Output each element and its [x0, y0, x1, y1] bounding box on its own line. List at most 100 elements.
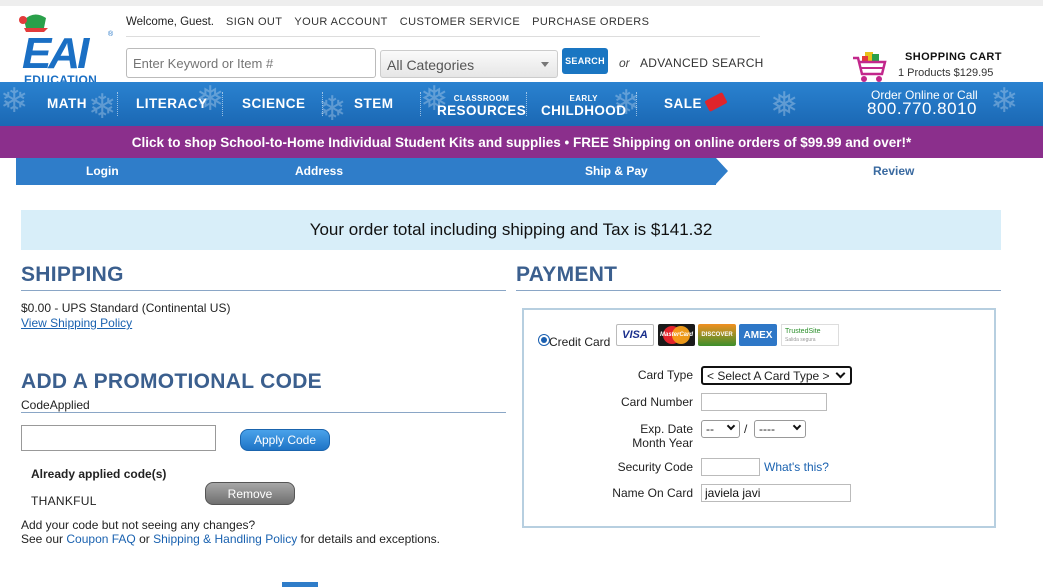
apply-code-button[interactable]: Apply Code — [240, 429, 330, 451]
shipping-policy-link[interactable]: View Shipping Policy — [21, 316, 132, 330]
search-input[interactable] — [126, 48, 376, 78]
purchase-orders-link[interactable]: PURCHASE ORDERS — [532, 16, 649, 28]
shipping-handling-policy-link[interactable]: Shipping & Handling Policy — [153, 532, 297, 546]
exp-month-value: -- — [706, 422, 714, 436]
help-or: or — [139, 532, 150, 546]
svg-text:®: ® — [108, 30, 114, 38]
nav-early-big: CHILDHOOD — [541, 103, 627, 118]
divider — [126, 36, 760, 37]
nav-science[interactable]: SCIENCE — [242, 96, 306, 111]
search-button[interactable]: SEARCH — [562, 48, 608, 74]
exp-year-value: ---- — [759, 422, 775, 436]
help-tail: for details and exceptions. — [300, 532, 440, 546]
nav-stem[interactable]: STEM — [354, 96, 394, 111]
exp-slash: / — [744, 422, 748, 436]
nav-divider — [526, 92, 527, 116]
nav-sale[interactable]: SALE — [664, 96, 702, 111]
shipping-title: SHIPPING — [21, 263, 124, 286]
card-type-label: Card Type — [637, 368, 693, 382]
nav-early-small: EARLY — [569, 94, 598, 103]
shipping-method: $0.00 - UPS Standard (Continental US) — [21, 301, 231, 315]
snowflake-icon: ❄ — [990, 82, 1019, 120]
top-utility-nav: Welcome, Guest. SIGN OUT YOUR ACCOUNT CU… — [126, 16, 649, 28]
main-category-nav: ❄ ❄ ❅ ❄ ❅ ❄ ❅ ❄ MATH LITERACY SCIENCE ST… — [0, 82, 1043, 126]
name-on-card-input[interactable] — [701, 484, 851, 502]
help-see: See our — [21, 532, 64, 546]
nav-divider — [636, 92, 637, 116]
card-type-select[interactable]: < Select A Card Type > — [701, 366, 852, 385]
chevron-down-icon — [726, 421, 736, 431]
remove-code-button[interactable]: Remove — [205, 482, 295, 505]
nav-literacy[interactable]: LITERACY — [136, 96, 208, 111]
visa-icon: VISA — [616, 324, 654, 346]
code-applied-label: CodeApplied — [21, 398, 90, 412]
trustedsite-badge[interactable]: TrustedSite Salida segura — [781, 324, 839, 346]
divider — [516, 290, 1001, 291]
step-review: Review — [873, 164, 915, 178]
nav-divider — [117, 92, 118, 116]
step-arrow — [716, 158, 728, 184]
trustedsite-sub: Salida segura — [785, 337, 816, 343]
cart-summary: 1 Products $129.95 — [898, 67, 994, 79]
promo-banner[interactable]: Click to shop School-to-Home Individual … — [0, 126, 1043, 158]
exp-date-label: Exp. Date — [640, 422, 693, 436]
nav-early-childhood[interactable]: EARLY CHILDHOOD — [541, 94, 626, 118]
security-code-label: Security Code — [617, 460, 693, 474]
sign-out-link[interactable]: SIGN OUT — [226, 16, 282, 28]
shopping-cart-title[interactable]: SHOPPING CART — [905, 51, 1002, 63]
eai-education-logo[interactable]: EAI ® EDUCATION — [14, 12, 122, 86]
discover-icon: DISCOVER — [698, 324, 736, 346]
payment-title: PAYMENT — [516, 263, 618, 286]
phone-number[interactable]: 800.770.8010 — [867, 99, 977, 119]
already-applied-label: Already applied code(s) — [31, 467, 167, 481]
trustedsite-label: TrustedSite — [785, 328, 821, 335]
credit-card-label[interactable]: Credit Card — [549, 335, 610, 349]
card-type-value: < Select A Card Type > — [707, 369, 830, 383]
sale-tag-icon — [704, 92, 728, 112]
svg-text:EAI: EAI — [22, 29, 90, 78]
whats-this-link[interactable]: What's this? — [764, 460, 829, 474]
continue-button[interactable] — [282, 582, 318, 587]
coupon-faq-link[interactable]: Coupon FAQ — [66, 532, 135, 546]
name-on-card-label: Name On Card — [612, 486, 693, 500]
snowflake-icon: ❄ — [88, 88, 117, 126]
snowflake-icon: ❅ — [770, 86, 799, 124]
step-login[interactable]: Login — [86, 164, 119, 178]
chevron-down-icon — [792, 421, 802, 431]
category-select[interactable]: All Categories — [380, 50, 558, 78]
exp-year-select[interactable]: ---- — [754, 420, 806, 438]
amex-icon: AMEX — [739, 324, 777, 346]
snowflake-icon: ❄ — [0, 82, 29, 120]
order-total-banner: Your order total including shipping and … — [21, 210, 1001, 250]
step-review-bg — [716, 158, 1006, 185]
welcome-text: Welcome, Guest. — [126, 16, 214, 28]
exp-month-year-label: Month Year — [632, 436, 693, 450]
chevron-down-icon — [541, 62, 549, 67]
nav-divider — [420, 92, 421, 116]
card-number-label: Card Number — [620, 395, 693, 409]
promo-code-input[interactable] — [21, 425, 216, 451]
category-value: All Categories — [387, 57, 475, 73]
security-code-input[interactable] — [701, 458, 760, 476]
nav-divider — [322, 92, 323, 116]
nav-classroom-resources[interactable]: CLASSROOM RESOURCES — [437, 94, 526, 118]
chevron-down-icon — [835, 368, 846, 379]
checkout-steps: Login Address Ship & Pay Review — [16, 158, 1006, 185]
promo-code-title: ADD A PROMOTIONAL CODE — [21, 370, 322, 393]
advanced-search-link[interactable]: ADVANCED SEARCH — [640, 56, 764, 70]
mastercard-label: MasterCard — [659, 332, 693, 338]
your-account-link[interactable]: YOUR ACCOUNT — [294, 16, 387, 28]
applied-code: THANKFUL — [31, 494, 97, 508]
divider — [21, 412, 506, 413]
step-ship-pay[interactable]: Ship & Pay — [585, 164, 648, 178]
card-number-input[interactable] — [701, 393, 827, 411]
nav-math[interactable]: MATH — [47, 96, 87, 111]
step-address[interactable]: Address — [295, 164, 343, 178]
customer-service-link[interactable]: CUSTOMER SERVICE — [400, 16, 520, 28]
shopping-cart-icon[interactable] — [852, 50, 888, 84]
site-header: EAI ® EDUCATION Welcome, Guest. SIGN OUT… — [0, 0, 1043, 86]
nav-divider — [222, 92, 223, 116]
exp-month-select[interactable]: -- — [701, 420, 740, 438]
nav-classroom-big: RESOURCES — [437, 103, 527, 118]
help-text: Add your code but not seeing any changes… — [21, 518, 256, 532]
